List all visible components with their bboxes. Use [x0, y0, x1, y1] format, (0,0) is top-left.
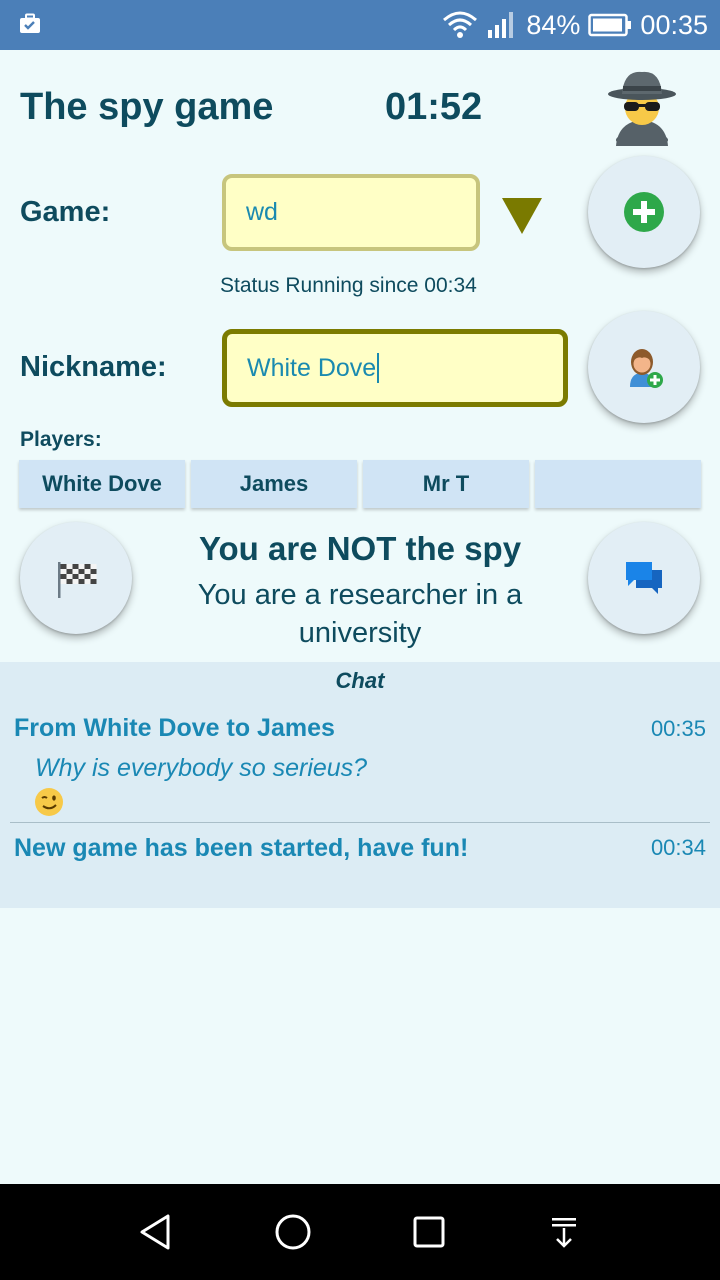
players-label: Players:	[20, 428, 102, 451]
chat-system-message: New game has been started, have fun!	[14, 834, 469, 862]
player-slot[interactable]: Mr T	[363, 460, 529, 508]
nickname-input-value: White Dove	[247, 353, 377, 382]
signal-icon	[488, 12, 514, 38]
dropdown-arrow-icon[interactable]	[500, 196, 544, 236]
chat-header: Chat	[335, 668, 385, 693]
clock: 00:35	[640, 9, 708, 40]
back-button[interactable]	[130, 1206, 182, 1258]
back-triangle-icon	[140, 1214, 170, 1250]
players-list: White Dove James Mr T	[19, 460, 701, 508]
game-status: Status Running since 00:34	[220, 274, 477, 297]
wifi-icon	[443, 11, 478, 38]
add-game-icon	[624, 192, 664, 232]
spy-icon[interactable]	[606, 66, 678, 146]
game-timer: 01:52	[385, 86, 483, 128]
game-input-value: wd	[246, 198, 278, 226]
role-description: You are a researcher in a university	[197, 579, 523, 649]
finish-game-button[interactable]	[20, 522, 132, 634]
player-slot[interactable]: White Dove	[19, 460, 185, 508]
text-caret	[377, 353, 380, 383]
nickname-input[interactable]: White Dove	[222, 329, 568, 407]
status-bar: 84% 00:35	[0, 0, 720, 50]
add-game-button[interactable]	[588, 156, 700, 268]
home-button[interactable]	[267, 1206, 319, 1258]
briefcase-check-icon	[20, 13, 40, 33]
chat-message-sender: From White Dove to James	[14, 714, 335, 742]
game-input[interactable]: wd	[222, 174, 480, 251]
battery-icon	[588, 13, 632, 37]
notification-pulldown-icon	[552, 1218, 576, 1248]
checkered-flag-icon	[58, 562, 97, 598]
player-slot[interactable]: James	[191, 460, 357, 508]
player-slot-empty[interactable]	[535, 460, 701, 508]
winking-face-icon	[35, 788, 63, 816]
navigation-bar	[0, 1184, 720, 1280]
chat-button[interactable]	[588, 522, 700, 634]
recents-square-icon	[413, 1216, 445, 1248]
nickname-label: Nickname:	[20, 351, 167, 383]
chat-bubbles-icon	[626, 562, 662, 594]
add-player-button[interactable]	[588, 311, 700, 423]
chat-message-time: 00:35	[650, 716, 706, 741]
game-label: Game:	[20, 196, 111, 228]
home-circle-icon	[275, 1214, 311, 1250]
battery-percent: 84%	[526, 9, 581, 40]
chat-divider	[10, 822, 710, 823]
page-title: The spy game	[20, 86, 274, 128]
chat-message-time: 00:34	[650, 835, 706, 860]
notifications-button[interactable]	[538, 1206, 590, 1258]
recents-button[interactable]	[403, 1206, 455, 1258]
chat-message-text: Why is everybody so serieus?	[35, 754, 368, 782]
add-person-icon	[630, 349, 663, 388]
role-title: You are NOT the spy	[198, 530, 522, 567]
chat-panel: Chat From White Dove to James 00:35 Why …	[0, 662, 720, 908]
